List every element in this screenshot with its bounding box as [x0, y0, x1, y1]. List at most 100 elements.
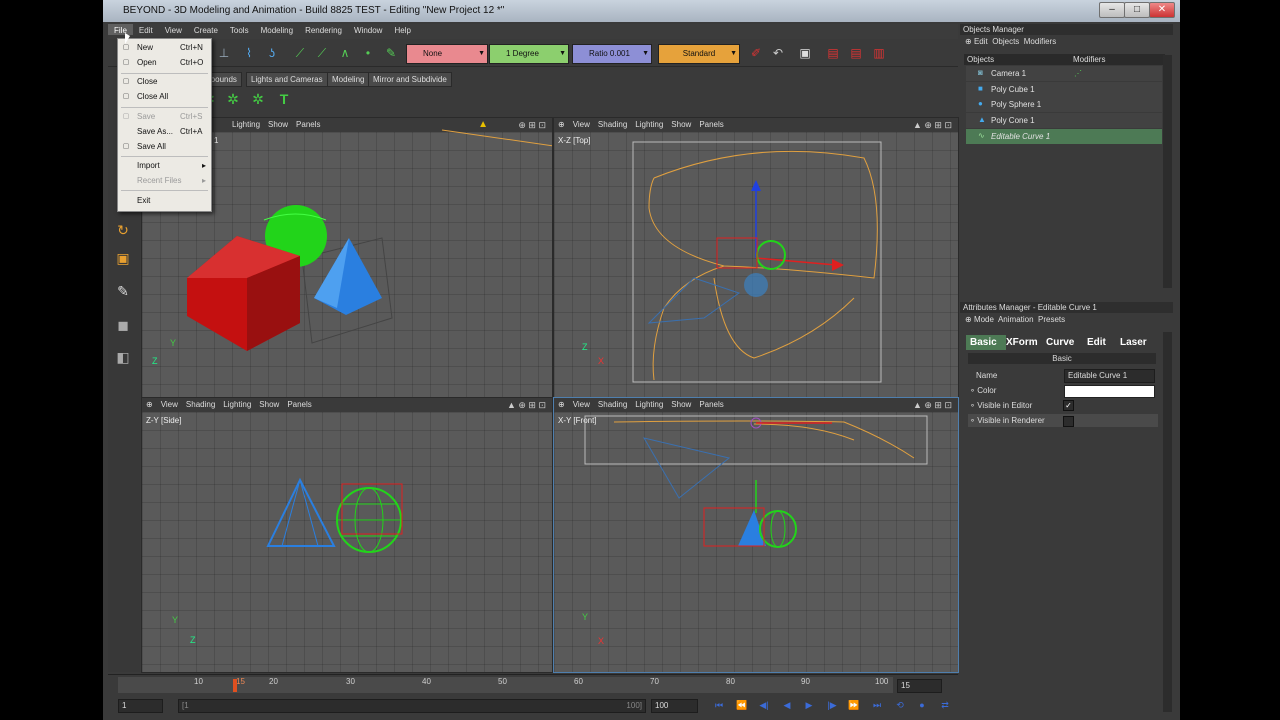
viewport-controls-icon[interactable]: ▲ ⊕ ⊞ ⊡ — [913, 120, 952, 131]
brush-icon[interactable]: ✐ — [748, 45, 764, 61]
menu-am-presets[interactable]: Presets — [1038, 315, 1065, 324]
play-reverse-icon[interactable]: ◀ — [780, 699, 794, 711]
menu-rendering[interactable]: Rendering — [299, 24, 348, 35]
objects-scrollbar[interactable] — [1163, 55, 1172, 288]
viewport-controls-icon[interactable]: ⊕ ⊞ ⊡ — [518, 120, 546, 131]
menu-tools[interactable]: Tools — [224, 24, 255, 35]
attributes-scrollbar[interactable] — [1163, 332, 1172, 712]
menu-item-open[interactable]: ▢ Open Ctrl+O — [118, 56, 211, 70]
menu-item-exit[interactable]: Exit — [118, 194, 211, 208]
curve-tool-icon[interactable]: ʖ — [264, 45, 280, 61]
menu-item-save-all[interactable]: ▢ Save All — [118, 140, 211, 154]
layout-dropdown[interactable]: Standard ▼ — [658, 44, 740, 64]
menu-am-mode[interactable]: Mode — [974, 315, 994, 324]
tab-xform[interactable]: XForm — [1006, 335, 1038, 350]
rotate-icon[interactable]: ↻ — [115, 222, 131, 238]
render-icon[interactable]: ▣ — [797, 45, 813, 61]
go-to-end-icon[interactable]: ⏭ — [870, 699, 884, 711]
tab-modeling[interactable]: Modeling — [327, 72, 370, 87]
timeline-ruler[interactable]: 10 15 20 30 40 50 60 70 80 90 100 — [118, 677, 893, 693]
visible-editor-checkbox[interactable]: ✓ — [1063, 400, 1074, 411]
column-modifiers[interactable]: Modifiers — [1070, 54, 1165, 65]
end-frame-field[interactable]: 100 — [651, 699, 698, 713]
viewport-front[interactable]: ⊕ View Shading Lighting Show Panels X-Y [Fron… — [553, 397, 959, 673]
prev-key-icon[interactable]: ⏪ — [735, 699, 749, 711]
play-icon[interactable]: ▶ — [802, 699, 816, 711]
column-objects[interactable]: Objects — [964, 54, 1071, 65]
name-field[interactable]: Editable Curve 1 — [1064, 369, 1155, 383]
menu-modeling[interactable]: Modeling — [255, 24, 299, 35]
menu-om-objects[interactable]: Objects — [992, 37, 1019, 46]
viewport-controls-icon[interactable]: ▲ ⊕ ⊞ ⊡ — [507, 400, 546, 411]
menu-edit[interactable]: Edit — [133, 24, 159, 35]
menu-am-animation[interactable]: Animation — [998, 315, 1034, 324]
svg-text:X: X — [598, 356, 604, 366]
menu-om-edit[interactable]: Edit — [974, 37, 988, 46]
viewport-side[interactable]: ⊕ View Shading Lighting Show Panels Z-Y [Side… — [141, 397, 553, 673]
maximize-icon[interactable]: □ — [1124, 2, 1150, 18]
render-view-icon[interactable]: ▤ — [848, 45, 864, 61]
plane-tool-icon[interactable]: ◧ — [115, 349, 131, 365]
ratio-dropdown[interactable]: Ratio 0.001 ▼ — [572, 44, 652, 64]
start-frame-field[interactable]: 1 — [118, 699, 163, 713]
viewport-controls-icon[interactable]: ▲ ⊕ ⊞ ⊡ — [913, 400, 952, 411]
current-frame-field[interactable]: 15 — [897, 679, 942, 693]
render-region-icon[interactable]: ▤ — [825, 45, 841, 61]
menu-window[interactable]: Window — [348, 24, 388, 35]
object-row-cone[interactable]: ▲ Poly Cone 1 — [966, 113, 1162, 128]
wave-icon[interactable]: ∧ — [337, 45, 353, 61]
prev-frame-icon[interactable]: ◀| — [757, 699, 771, 711]
tab-lights-cameras[interactable]: Lights and Cameras — [246, 72, 328, 87]
menu-help[interactable]: Help — [388, 24, 416, 35]
loop-icon[interactable]: ⟲ — [893, 699, 907, 711]
menu-item-close[interactable]: ▢ Close — [118, 75, 211, 89]
playhead[interactable] — [233, 679, 237, 692]
tab-curve[interactable]: Curve — [1046, 335, 1074, 350]
menu-item-save[interactable]: ▢ Save Ctrl+S — [118, 110, 211, 124]
menu-item-recent-files[interactable]: Recent Files ▸ — [118, 174, 211, 188]
visible-renderer-checkbox[interactable] — [1063, 416, 1074, 427]
go-to-start-icon[interactable]: ⏮ — [712, 699, 726, 711]
close-icon[interactable]: ✕ — [1149, 2, 1175, 18]
brush-tool-icon[interactable]: ✎ — [115, 283, 131, 299]
angle-dropdown[interactable]: 1 Degree ▼ — [489, 44, 569, 64]
undo-icon[interactable]: ↶ — [770, 45, 786, 61]
viewport-top[interactable]: ⊕ View Shading Lighting Show Panels X-Z [Top]… — [553, 117, 959, 398]
range-slider[interactable]: [1 100] — [178, 699, 646, 713]
autokey-icon[interactable]: ⇄ — [938, 699, 952, 711]
object-row-curve[interactable]: ∿ Editable Curve 1 — [966, 129, 1162, 144]
next-key-icon[interactable]: ⏩ — [847, 699, 861, 711]
cube-tool-icon[interactable]: ◼ — [115, 317, 131, 333]
line-icon[interactable]: ⟋ — [292, 45, 308, 61]
gear-icon-2[interactable]: ✲ — [225, 91, 241, 107]
tab-basic[interactable]: Basic — [966, 335, 1006, 350]
line2-icon[interactable]: ⟋ — [314, 45, 330, 61]
menu-create[interactable]: Create — [188, 24, 224, 35]
menu-view[interactable]: View — [159, 24, 188, 35]
tab-mirror-subdivide[interactable]: Mirror and Subdivide — [368, 72, 452, 87]
point-icon[interactable]: • — [360, 45, 376, 61]
text-icon[interactable]: T — [276, 91, 292, 107]
record-icon[interactable]: ● — [915, 699, 929, 711]
minimize-icon[interactable]: – — [1099, 2, 1125, 18]
color-swatch[interactable] — [1064, 385, 1155, 398]
scale-icon[interactable]: ▣ — [115, 250, 131, 266]
pen-icon[interactable]: ✎ — [383, 45, 399, 61]
tab-edit[interactable]: Edit — [1087, 335, 1106, 350]
menu-item-save-as[interactable]: Save As... Ctrl+A — [118, 125, 211, 139]
menu-item-close-all[interactable]: ▢ Close All — [118, 90, 211, 104]
menu-item-new[interactable]: ▢ New Ctrl+N — [118, 41, 211, 55]
graph-icon[interactable]: ⌇ — [241, 45, 257, 61]
snap-dropdown[interactable]: None ▼ — [406, 44, 488, 64]
render-settings-icon[interactable]: ▥ — [871, 45, 887, 61]
next-frame-icon[interactable]: |▶ — [825, 699, 839, 711]
menu-item-import[interactable]: Import ▸ — [118, 159, 211, 173]
tab-laser[interactable]: Laser — [1120, 335, 1147, 350]
object-row-camera[interactable]: ◙ Camera 1 ⋰ — [966, 66, 1162, 81]
object-row-cube[interactable]: ■ Poly Cube 1 — [966, 82, 1162, 97]
axis-icon[interactable]: ⊥ — [216, 45, 232, 61]
object-row-sphere[interactable]: ● Poly Sphere 1 — [966, 97, 1162, 112]
menu-om-modifiers[interactable]: Modifiers — [1024, 37, 1056, 46]
title-bar: BEYOND - 3D Modeling and Animation - Bui… — [103, 0, 1180, 22]
gear-icon-3[interactable]: ✲ — [250, 91, 266, 107]
